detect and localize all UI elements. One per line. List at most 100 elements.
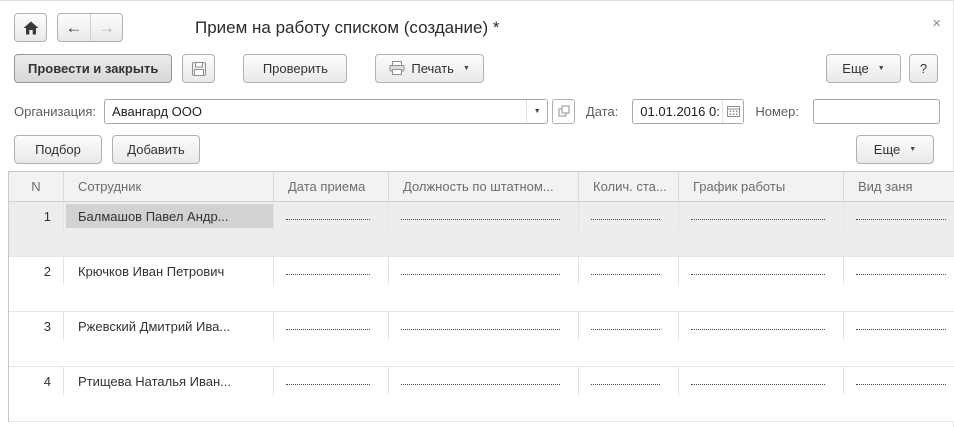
table-row[interactable]: 1Балмашов Павел Андр...	[9, 202, 954, 257]
employee-name: Ржевский Дмитрий Ива...	[78, 314, 273, 338]
save-icon	[191, 61, 207, 77]
cell-schedule[interactable]	[679, 257, 844, 285]
employee-name: Крючков Иван Петрович	[78, 259, 273, 283]
cell-employment-type[interactable]	[844, 257, 954, 285]
date-label: Дата:	[586, 104, 618, 119]
chevron-down-icon: ▼	[463, 65, 470, 72]
column-header-employment-type[interactable]: Вид заня	[844, 172, 954, 201]
cell-position[interactable]	[389, 257, 579, 285]
column-header-employee[interactable]: Сотрудник	[64, 172, 274, 201]
row-second-line[interactable]	[9, 285, 954, 311]
calendar-button[interactable]	[722, 100, 743, 123]
table-row[interactable]: 3 Ржевский Дмитрий Ива...	[9, 312, 954, 367]
employee-cell[interactable]: Балмашов Павел Андр...	[64, 202, 274, 230]
empty-value-dots	[591, 209, 660, 220]
back-button[interactable]: ←	[58, 14, 90, 41]
empty-value-dots	[286, 264, 370, 275]
column-header-schedule[interactable]: График работы	[679, 172, 844, 201]
add-button[interactable]: Добавить	[112, 135, 200, 164]
table-command-bar: Подбор Добавить Еще ▼	[0, 135, 954, 164]
home-button[interactable]	[14, 13, 47, 42]
organization-open-button[interactable]	[552, 99, 575, 124]
more-button[interactable]: Еще ▼	[826, 54, 901, 83]
row-number-cell[interactable]: 3	[9, 312, 64, 340]
empty-value-dots	[401, 374, 560, 385]
save-button[interactable]	[182, 54, 215, 83]
empty-value-dots	[286, 319, 370, 330]
empty-value-dots	[591, 319, 660, 330]
column-header-n[interactable]: N	[9, 172, 64, 201]
date-field[interactable]: 01.01.2016 0:	[632, 99, 744, 124]
cell-schedule[interactable]	[679, 202, 844, 230]
number-label: Номер:	[755, 104, 799, 119]
open-icon	[558, 105, 570, 117]
employee-cell[interactable]: Ржевский Дмитрий Ива...	[64, 312, 274, 340]
home-icon	[23, 21, 39, 35]
row-number-cell[interactable]: 2	[9, 257, 64, 285]
close-icon[interactable]: ×	[932, 15, 941, 32]
forward-arrow-icon: →	[98, 19, 115, 36]
empty-value-dots	[856, 264, 946, 275]
number-input[interactable]	[813, 99, 940, 124]
cell-hire-date[interactable]	[274, 367, 389, 395]
chevron-down-icon: ▼	[534, 108, 541, 115]
empty-value-dots	[591, 374, 660, 385]
table-more-label: Еще	[874, 142, 900, 157]
cell-hire-date[interactable]	[274, 257, 389, 285]
empty-value-dots	[691, 374, 825, 385]
employee-cell[interactable]: Ртищева Наталья Иван...	[64, 367, 274, 395]
help-button[interactable]: ?	[909, 54, 938, 83]
cell-rate[interactable]	[579, 312, 679, 340]
cell-employment-type[interactable]	[844, 202, 954, 230]
table-row[interactable]: 2 Крючков Иван Петрович	[9, 257, 954, 312]
organization-dropdown-button[interactable]: ▼	[526, 100, 547, 123]
cell-position[interactable]	[389, 367, 579, 395]
cell-rate[interactable]	[579, 257, 679, 285]
date-value: 01.01.2016 0:	[633, 104, 722, 119]
check-button[interactable]: Проверить	[243, 54, 347, 83]
row-second-line[interactable]	[9, 340, 954, 366]
row-second-line[interactable]	[9, 395, 954, 421]
cell-position[interactable]	[389, 202, 579, 230]
cell-schedule[interactable]	[679, 367, 844, 395]
empty-value-dots	[401, 209, 560, 220]
chevron-down-icon: ▼	[878, 65, 885, 72]
column-header-rate[interactable]: Колич. ста...	[579, 172, 679, 201]
empty-value-dots	[856, 319, 946, 330]
table-more-button[interactable]: Еще ▼	[856, 135, 934, 164]
print-button[interactable]: Печать ▼	[375, 54, 484, 83]
employee-name: Ртищева Наталья Иван...	[78, 369, 273, 393]
pick-button[interactable]: Подбор	[14, 135, 102, 164]
cell-position[interactable]	[389, 312, 579, 340]
column-header-position[interactable]: Должность по штатном...	[389, 172, 579, 201]
empty-value-dots	[691, 319, 825, 330]
back-arrow-icon: ←	[66, 19, 83, 36]
organization-value: Авангард ООО	[105, 104, 526, 119]
empty-value-dots	[286, 209, 370, 220]
row-number-cell[interactable]: 1	[9, 202, 64, 230]
cell-rate[interactable]	[579, 202, 679, 230]
employee-name-selected: Балмашов Павел Андр...	[66, 204, 273, 228]
forward-button[interactable]: →	[90, 14, 122, 41]
calendar-icon	[727, 105, 740, 117]
row-second-line[interactable]	[9, 230, 954, 256]
print-icon	[389, 61, 405, 76]
empty-value-dots	[401, 319, 560, 330]
cell-employment-type[interactable]	[844, 312, 954, 340]
table-row[interactable]: 4 Ртищева Наталья Иван...	[9, 367, 954, 422]
cell-rate[interactable]	[579, 367, 679, 395]
employee-cell[interactable]: Крючков Иван Петрович	[64, 257, 274, 285]
organization-field[interactable]: Авангард ООО ▼	[104, 99, 548, 124]
organization-label: Организация:	[14, 104, 96, 119]
column-header-hire-date[interactable]: Дата приема	[274, 172, 389, 201]
post-and-close-button[interactable]: Провести и закрыть	[14, 54, 172, 83]
more-button-label: Еще	[842, 61, 868, 76]
row-number-cell[interactable]: 4	[9, 367, 64, 395]
page-title: Прием на работу списком (создание) *	[195, 18, 499, 38]
cell-hire-date[interactable]	[274, 202, 389, 230]
cell-employment-type[interactable]	[844, 367, 954, 395]
cell-schedule[interactable]	[679, 312, 844, 340]
table-header-row: N Сотрудник Дата приема Должность по шта…	[9, 172, 954, 202]
cell-hire-date[interactable]	[274, 312, 389, 340]
employees-table-body: 1Балмашов Павел Андр...2Крючков Иван Пет…	[9, 202, 954, 422]
